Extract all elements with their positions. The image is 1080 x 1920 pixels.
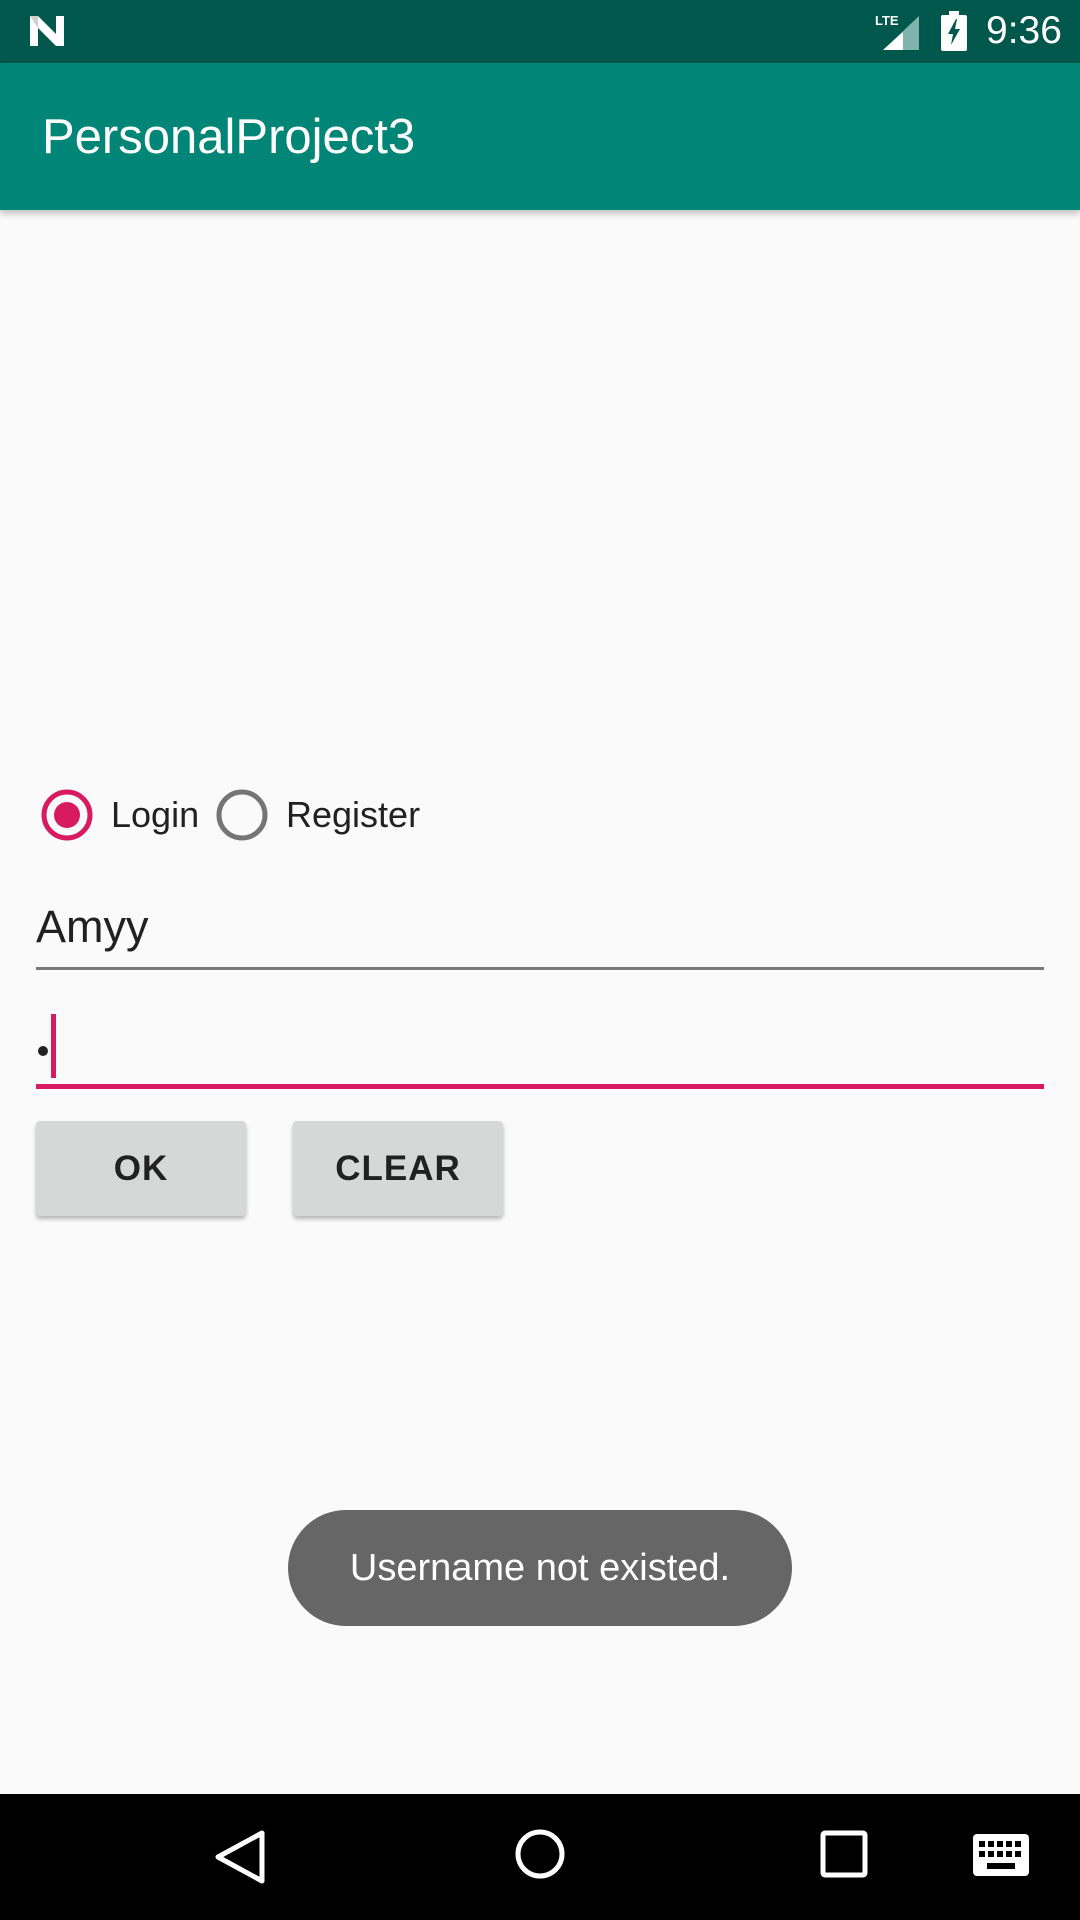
app-bar: PersonalProject3 [0, 63, 1080, 210]
home-icon[interactable] [514, 1828, 566, 1880]
password-mask-dot [38, 1046, 48, 1056]
radio-register-label: Register [286, 794, 421, 835]
recents-icon[interactable] [820, 1830, 868, 1878]
screen: LTE 9:36 PersonalProject3 Login Register [0, 0, 1080, 1920]
toast-message: Username not existed. [288, 1510, 792, 1626]
navigation-bar [0, 1794, 1080, 1920]
back-icon[interactable] [210, 1828, 270, 1886]
android-n-icon [30, 16, 64, 46]
keyboard-icon[interactable] [973, 1834, 1029, 1876]
username-value: Amyy [36, 901, 149, 952]
radio-unchecked-icon [216, 789, 268, 841]
password-field[interactable] [36, 1012, 1044, 1089]
svg-text:LTE: LTE [875, 13, 899, 28]
radio-checked-icon [41, 789, 93, 841]
battery-charging-icon [941, 11, 967, 51]
status-bar: LTE 9:36 [0, 0, 1080, 63]
username-field[interactable]: Amyy [36, 895, 1044, 970]
ok-button[interactable]: OK [36, 1121, 246, 1216]
text-cursor [51, 1014, 56, 1078]
status-time: 9:36 [986, 9, 1062, 52]
radio-register[interactable]: Register [211, 786, 461, 844]
lte-signal-icon: LTE [875, 13, 919, 50]
radio-login[interactable]: Login [36, 786, 206, 844]
radio-login-label: Login [111, 794, 200, 835]
app-title: PersonalProject3 [42, 110, 416, 164]
clear-button[interactable]: CLEAR [293, 1121, 503, 1216]
